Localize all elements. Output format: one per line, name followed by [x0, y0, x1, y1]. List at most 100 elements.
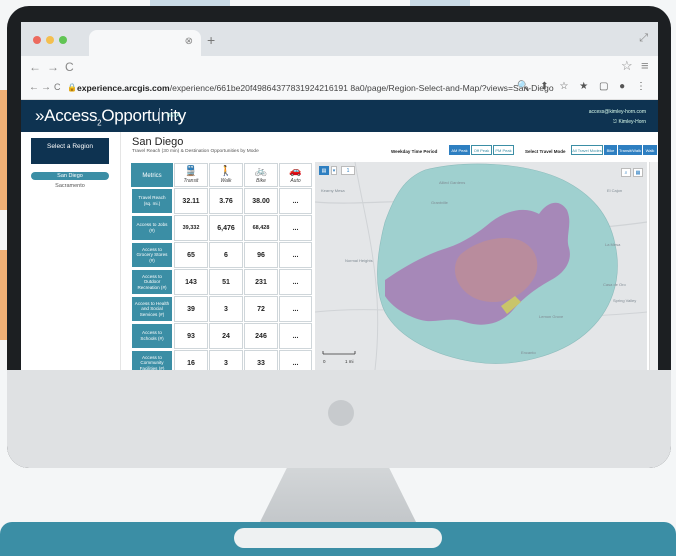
map-scrollbar[interactable]	[649, 162, 658, 370]
user-info[interactable]: access@kimley-horn.com ⎋ Kimley-Horn	[589, 107, 646, 127]
table-metric-cell: Access to Schools (#)	[131, 323, 173, 349]
table-metric-cell: Access to Outdoor Recreation (#)	[131, 269, 173, 295]
map-grid-icon[interactable]: ▦	[633, 168, 643, 177]
walk-icon: 🚶	[219, 166, 233, 177]
table-value-cell: 3	[209, 350, 243, 370]
map-place-label: Spring Valley	[613, 298, 636, 303]
map-canvas: Allied Gardens Grantville Kearny Mesa No…	[315, 162, 647, 370]
map-place-label: El Cajon	[607, 188, 622, 193]
car-icon: 🚗	[289, 166, 302, 177]
table-value-cell: 65	[174, 242, 208, 268]
user-email: access@kimley-horn.com	[588, 109, 646, 115]
table-value-cell: ...	[279, 269, 312, 295]
table-value-cell: 68,428	[244, 215, 278, 241]
table-metric-cell: Travel Reach (sq. mi.)	[131, 188, 173, 214]
map-dropdown-icon[interactable]: ▾	[331, 166, 337, 175]
forward-icon[interactable]: →	[47, 60, 59, 74]
map-place-label: Grantville	[431, 200, 449, 205]
all-modes-button[interactable]: All Travel Modes	[571, 145, 603, 155]
table-value-cell: 39	[174, 296, 208, 322]
browser-tabbar: ⊗ + ⤢	[21, 22, 658, 56]
table-value-cell: 33	[244, 350, 278, 370]
browser-toolbar-icons[interactable]: 🔍 ⬆ ☆ ★ ▢ ● ⋮	[517, 81, 650, 92]
table-value-cell: 231	[244, 269, 278, 295]
url-text[interactable]: experience.arcgis.com/experience/661be20…	[77, 83, 554, 93]
page-subtitle: Travel Reach (30 min) & Destination Oppo…	[132, 149, 259, 154]
table-metric-cell: Access to Health and Social Services (#)	[131, 296, 173, 322]
map-view[interactable]: Allied Gardens Grantville Kearny Mesa No…	[315, 162, 647, 370]
close-window-icon[interactable]	[33, 36, 41, 44]
menu-icon[interactable]: ≡	[641, 58, 649, 73]
table-value-cell: ...	[279, 296, 312, 322]
map-place-label: Encanto	[521, 350, 536, 355]
time-period-label: Weekday Time Period	[391, 149, 438, 154]
maximize-window-icon[interactable]	[59, 36, 67, 44]
pm-peak-button[interactable]: PM Peak	[493, 145, 514, 155]
map-layers-icon[interactable]: ▤	[319, 166, 329, 175]
select-region-header: Select a Region	[31, 138, 109, 164]
metrics-header: Metrics	[131, 163, 173, 187]
map-place-label: Kearny Mesa	[321, 188, 345, 193]
back-icon[interactable]: ←	[29, 60, 41, 74]
browser-tab[interactable]: ⊗	[89, 30, 201, 56]
minimize-window-icon[interactable]	[46, 36, 54, 44]
table-value-cell: 246	[244, 323, 278, 349]
table-value-cell: 3	[209, 296, 243, 322]
table-value-cell: 38.00	[244, 188, 278, 214]
beta-tag: BETA	[167, 113, 180, 119]
transit-walk-mode-button[interactable]: Transit/Walk	[618, 145, 642, 155]
bike-icon: 🚲	[254, 166, 268, 177]
map-place-label: Allied Gardens	[439, 180, 465, 185]
table-value-cell: 93	[174, 323, 208, 349]
logo-divider	[159, 108, 160, 124]
mode-header-bike: 🚲 Bike	[244, 163, 278, 187]
bike-mode-button[interactable]: Bike	[604, 145, 617, 155]
map-place-label: Lemon Grove	[539, 314, 564, 319]
region-panel: Select a Region San Diego Sacramento	[21, 132, 121, 370]
monitor-foot	[234, 528, 442, 548]
table-value-cell: 6,476	[209, 215, 243, 241]
table-value-cell: 39,332	[174, 215, 208, 241]
map-page-icon[interactable]: 1	[341, 166, 355, 175]
map-zoom-icon[interactable]: ⌕	[621, 168, 631, 177]
table-value-cell: 143	[174, 269, 208, 295]
table-value-cell: ...	[279, 242, 312, 268]
map-place-label: La Mesa	[605, 242, 621, 247]
browser-nav-row: ← → C ☆ ≡	[21, 56, 658, 78]
screen: ⊗ + ⤢ ← → C ☆ ≡ ← → C 🔒 experience.arcgi…	[21, 22, 658, 370]
reload-icon[interactable]: C	[54, 82, 61, 92]
address-bar[interactable]: ← → C 🔒 experience.arcgis.com/experience…	[21, 78, 658, 100]
table-value-cell: 51	[209, 269, 243, 295]
tab-close-icon[interactable]: ⊗	[185, 36, 193, 47]
back-icon[interactable]: ←	[29, 82, 39, 93]
bookmark-icon[interactable]: ☆	[621, 58, 633, 74]
reload-icon[interactable]: C	[65, 60, 74, 74]
forward-icon[interactable]: →	[41, 82, 51, 93]
mode-header-auto: 🚗 Auto	[279, 163, 312, 187]
power-button	[328, 400, 354, 426]
scale-label: 1 mi	[345, 359, 354, 364]
region-sacramento[interactable]: Sacramento	[31, 182, 109, 190]
user-org: ⎋ Kimley-Horn	[613, 119, 646, 125]
travel-mode-label: Select Travel Mode	[525, 149, 566, 154]
off-peak-button[interactable]: Off Peak	[471, 145, 492, 155]
table-value-cell: ...	[279, 323, 312, 349]
walk-mode-button[interactable]: Walk	[643, 145, 657, 155]
table-metric-cell: Access to Grocery Stores (#)	[131, 242, 173, 268]
new-tab-icon[interactable]: +	[207, 32, 215, 48]
table-value-cell: ...	[279, 188, 312, 214]
table-value-cell: 3.76	[209, 188, 243, 214]
train-icon: 🚆	[184, 166, 198, 177]
table-value-cell: ...	[279, 350, 312, 370]
table-value-cell: 32.11	[174, 188, 208, 214]
table-value-cell: 72	[244, 296, 278, 322]
table-value-cell: 16	[174, 350, 208, 370]
app-header: »Access2Opportunity BETA access@kimley-h…	[21, 100, 658, 132]
table-value-cell: ...	[279, 215, 312, 241]
mode-header-walk: 🚶 Walk	[209, 163, 243, 187]
table-value-cell: 6	[209, 242, 243, 268]
expand-icon[interactable]: ⤢	[639, 32, 648, 45]
app-logo[interactable]: »Access2Opportunity	[35, 106, 186, 127]
am-peak-button[interactable]: AM Peak	[449, 145, 470, 155]
region-san-diego[interactable]: San Diego	[31, 172, 109, 180]
